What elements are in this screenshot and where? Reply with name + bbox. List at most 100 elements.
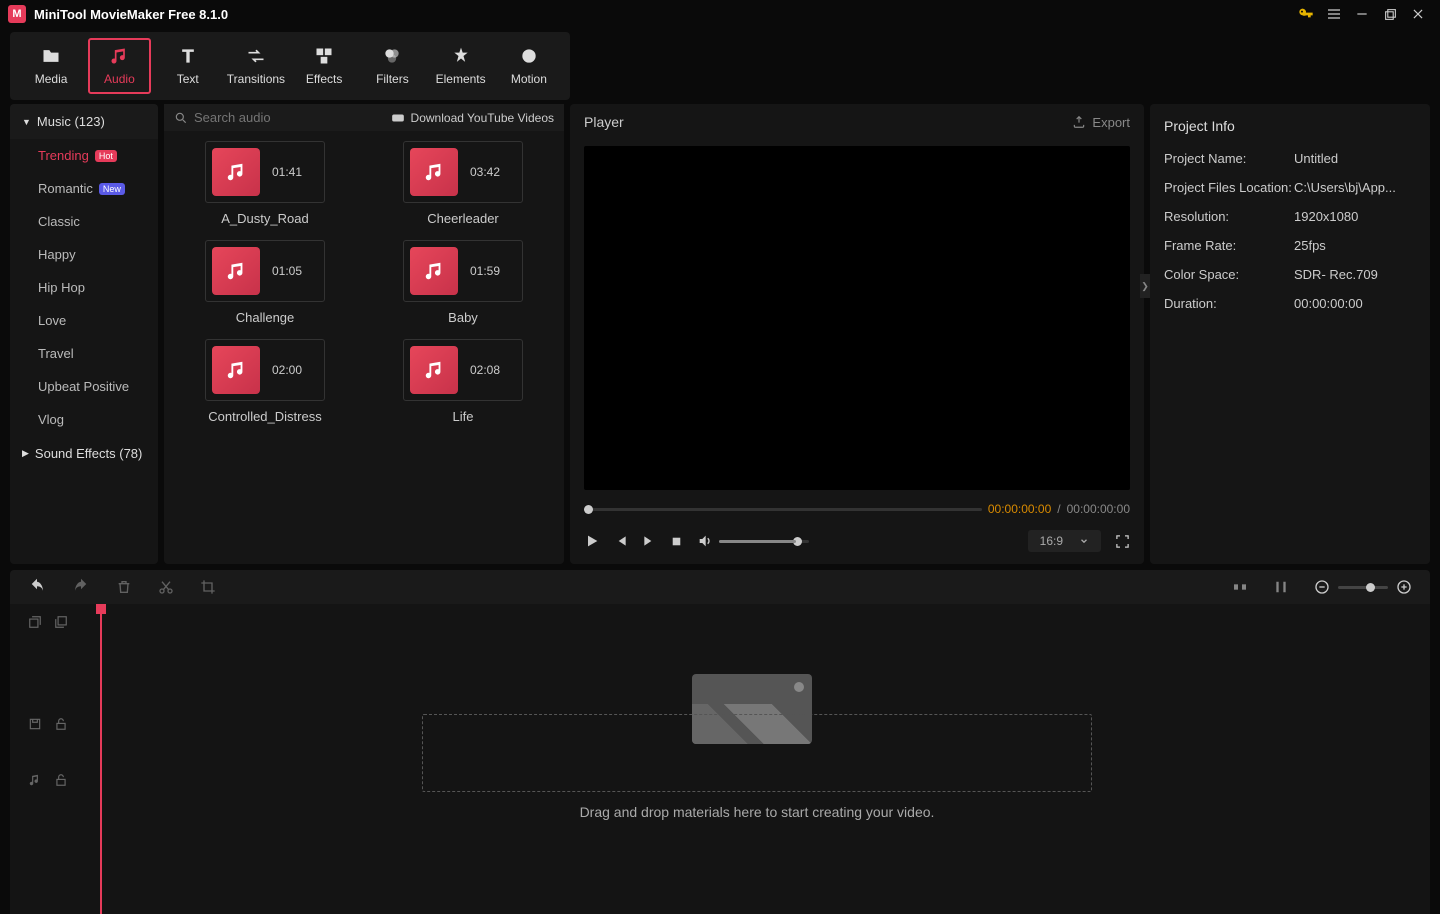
sidebar-cat-music[interactable]: ▼ Music (123) xyxy=(10,104,158,139)
tab-media[interactable]: Media xyxy=(20,38,82,94)
chevron-down-icon xyxy=(1079,536,1089,546)
sidebar-item-upbeat-positive[interactable]: Upbeat Positive xyxy=(10,370,158,403)
sidebar-item-classic[interactable]: Classic xyxy=(10,205,158,238)
music-note-icon xyxy=(212,346,260,394)
audio-track-icon[interactable] xyxy=(28,773,42,787)
tab-effects[interactable]: Effects xyxy=(293,38,355,94)
badge-hot: Hot xyxy=(95,150,117,162)
sidebar-item-travel[interactable]: Travel xyxy=(10,337,158,370)
export-button[interactable]: Export xyxy=(1072,115,1130,130)
sidebar-item-trending[interactable]: TrendingHot xyxy=(10,139,158,172)
audio-item[interactable]: 02:00Controlled_Distress xyxy=(180,339,350,424)
fullscreen-button[interactable] xyxy=(1115,534,1130,549)
info-row: Color Space:SDR- Rec.709 xyxy=(1150,260,1430,289)
track-row xyxy=(10,696,92,752)
preview-canvas[interactable] xyxy=(584,146,1130,490)
maximize-icon[interactable] xyxy=(1376,0,1404,28)
zoom-in-button[interactable] xyxy=(1396,579,1412,595)
timeline-body[interactable]: Drag and drop materials here to start cr… xyxy=(92,604,1430,914)
tab-elements[interactable]: Elements xyxy=(430,38,492,94)
drop-zone[interactable] xyxy=(422,714,1092,792)
play-button[interactable] xyxy=(584,533,600,549)
unlock-icon[interactable] xyxy=(54,773,68,787)
audio-name: Life xyxy=(453,409,474,424)
collapse-handle[interactable]: ❯ xyxy=(1140,274,1150,298)
chevron-down-icon: ▼ xyxy=(22,117,31,127)
audio-duration: 02:08 xyxy=(470,363,500,377)
crop-button[interactable] xyxy=(200,579,216,595)
volume-icon[interactable] xyxy=(697,533,713,549)
tab-transitions[interactable]: Transitions xyxy=(225,38,287,94)
info-row: Project Files Location:C:\Users\bj\App..… xyxy=(1150,173,1430,202)
music-note-icon xyxy=(212,247,260,295)
app-logo: M xyxy=(8,5,26,23)
app-title: MiniTool MovieMaker Free 8.1.0 xyxy=(34,7,1292,22)
tab-text[interactable]: Text xyxy=(157,38,219,94)
titlebar: M MiniTool MovieMaker Free 8.1.0 xyxy=(0,0,1440,28)
audio-content: Download YouTube Videos 01:41A_Dusty_Roa… xyxy=(164,104,564,564)
tab-motion[interactable]: Motion xyxy=(498,38,560,94)
unlock-icon[interactable] xyxy=(54,717,68,731)
sidebar-item-vlog[interactable]: Vlog xyxy=(10,403,158,436)
search-input[interactable] xyxy=(194,110,383,125)
track-row xyxy=(10,640,92,696)
playhead[interactable] xyxy=(100,604,102,914)
info-row: Project Name:Untitled xyxy=(1150,144,1430,173)
aspect-dropdown[interactable]: 16:9 xyxy=(1028,530,1101,552)
project-info-panel: ❯ Project Info Project Name:UntitledProj… xyxy=(1150,104,1430,564)
audio-name: A_Dusty_Road xyxy=(221,211,308,226)
sidebar-item-hip-hop[interactable]: Hip Hop xyxy=(10,271,158,304)
audio-name: Controlled_Distress xyxy=(208,409,321,424)
sidebar-item-happy[interactable]: Happy xyxy=(10,238,158,271)
track-headers xyxy=(10,604,92,914)
volume-slider[interactable] xyxy=(719,540,809,543)
audio-item[interactable]: 03:42Cheerleader xyxy=(378,141,548,226)
audio-item[interactable]: 01:41A_Dusty_Road xyxy=(180,141,350,226)
upgrade-key-icon[interactable] xyxy=(1292,0,1320,28)
stop-button[interactable] xyxy=(670,535,683,548)
fit-button[interactable] xyxy=(1232,579,1248,595)
tab-filters[interactable]: Filters xyxy=(361,38,423,94)
minimize-icon[interactable] xyxy=(1348,0,1376,28)
snapping-button[interactable] xyxy=(1274,579,1288,595)
menu-icon[interactable] xyxy=(1320,0,1348,28)
delete-button[interactable] xyxy=(116,579,132,595)
sidebar-cat-sfx[interactable]: ▶ Sound Effects (78) xyxy=(10,436,158,471)
cut-button[interactable] xyxy=(158,579,174,595)
audio-item[interactable]: 01:05 Challenge xyxy=(180,240,350,325)
audio-duration: 01:05 xyxy=(272,264,302,278)
tab-audio[interactable]: Audio xyxy=(88,38,150,94)
effects-icon xyxy=(314,46,334,66)
add-track-below-icon[interactable] xyxy=(54,615,68,629)
elements-icon xyxy=(451,46,471,66)
scrub-bar[interactable] xyxy=(584,508,982,511)
search-icon xyxy=(174,111,188,125)
time-total: 00:00:00:00 xyxy=(1067,502,1130,516)
download-youtube-button[interactable]: Download YouTube Videos xyxy=(391,111,554,125)
audio-duration: 01:59 xyxy=(470,264,500,278)
add-track-above-icon[interactable] xyxy=(28,615,42,629)
close-icon[interactable] xyxy=(1404,0,1432,28)
audio-item[interactable]: 01:59Baby xyxy=(378,240,548,325)
next-frame-button[interactable] xyxy=(642,534,656,548)
audio-duration: 03:42 xyxy=(470,165,500,179)
folder-icon xyxy=(41,46,61,66)
zoom-slider[interactable] xyxy=(1338,586,1388,589)
transitions-icon xyxy=(246,46,266,66)
download-icon xyxy=(391,111,405,125)
search-input-wrap[interactable] xyxy=(174,110,383,125)
undo-button[interactable] xyxy=(28,578,46,596)
player-title: Player xyxy=(584,114,1072,130)
export-icon xyxy=(1072,115,1086,129)
save-icon[interactable] xyxy=(28,717,42,731)
sidebar-item-love[interactable]: Love xyxy=(10,304,158,337)
audio-name: Challenge xyxy=(236,310,295,325)
music-icon xyxy=(109,46,129,66)
zoom-out-button[interactable] xyxy=(1314,579,1330,595)
info-row: Duration:00:00:00:00 xyxy=(1150,289,1430,318)
chevron-right-icon: ▶ xyxy=(22,448,29,459)
redo-button[interactable] xyxy=(72,578,90,596)
audio-item[interactable]: 02:08 Life xyxy=(378,339,548,424)
prev-frame-button[interactable] xyxy=(614,534,628,548)
sidebar-item-romantic[interactable]: RomanticNew xyxy=(10,172,158,205)
